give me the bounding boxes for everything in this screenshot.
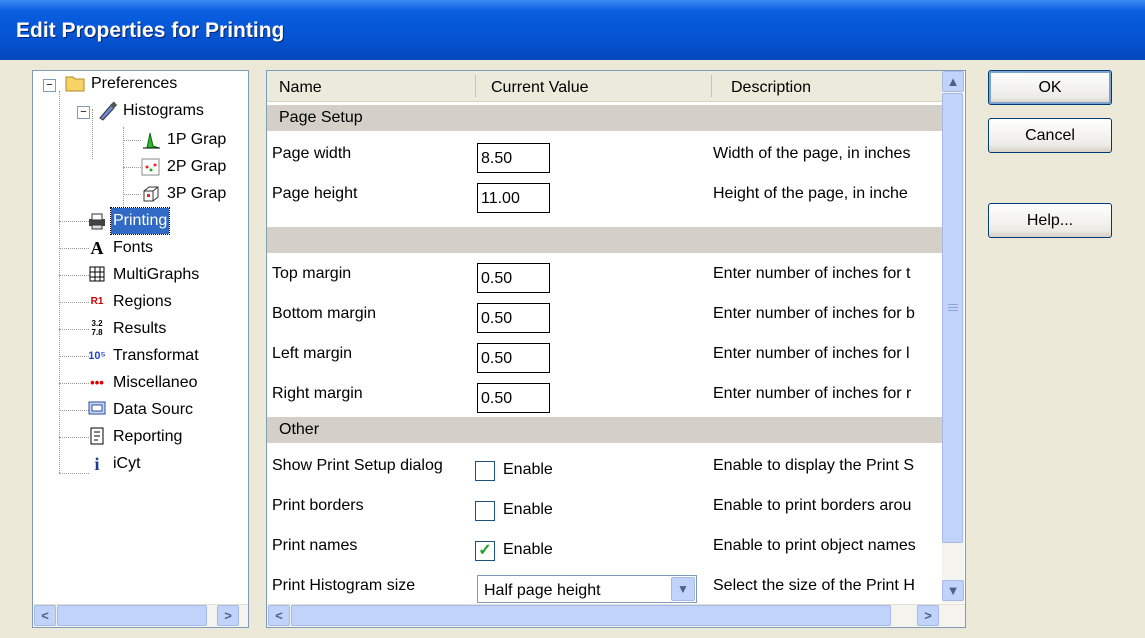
tree-item-miscellaneous[interactable]: ••• Miscellaneo [87,370,199,396]
tree-item-3p-graph[interactable]: 3P Grap [141,181,228,207]
ok-button[interactable]: OK [988,70,1112,105]
property-row-show-print-setup[interactable]: Show Print Setup dialog Enable Enable to… [267,449,942,485]
grip-line [948,307,958,308]
3p-graph-icon [141,184,161,204]
scroll-right-icon[interactable]: > [217,605,239,626]
2p-graph-icon [141,157,161,177]
tree-scroll-thumb[interactable] [57,605,207,626]
tree-line [59,473,89,474]
property-row-page-height[interactable]: Page height 11.00 Height of the page, in… [267,177,942,213]
tree-item-results[interactable]: 3.2 7.8 Results [87,316,168,342]
chevron-down-icon[interactable]: ▼ [671,577,695,601]
tree-item-histograms[interactable]: Histograms [97,98,206,124]
folder-icon [65,74,85,94]
results-icon: 3.2 7.8 [91,318,103,337]
page-height-input[interactable]: 11.00 [477,183,550,213]
tree-item-fonts[interactable]: A Fonts [87,235,155,261]
tree-item-multigraphs[interactable]: MultiGraphs [87,262,201,288]
bottom-margin-input[interactable]: 0.50 [477,303,550,333]
tree-line [59,410,89,411]
grip-line [948,304,958,305]
preferences-tree[interactable]: − Preferences − Histograms 1P Grap 2P Gr… [32,70,249,628]
property-row-print-names[interactable]: Print names ✓ Enable Enable to print obj… [267,529,942,565]
transformation-icon: 10⁵ [88,349,106,362]
cancel-button[interactable]: Cancel [988,118,1112,153]
regions-icon: R1 [90,295,104,307]
histograms-collapse-toggle[interactable]: − [77,106,90,119]
scroll-left-icon[interactable]: < [268,605,290,626]
tree-item-regions[interactable]: R1 Regions [87,289,174,315]
scroll-down-icon[interactable]: ▼ [942,580,964,601]
scroll-up-icon[interactable]: ▲ [942,71,964,92]
left-margin-input[interactable]: 0.50 [477,343,550,373]
tree-line [59,437,89,438]
tree-line [59,302,89,303]
property-row-top-margin[interactable]: Top margin 0.50 Enter number of inches f… [267,257,942,293]
print-borders-checkbox[interactable] [475,501,495,521]
tree-line [123,140,141,141]
tree-horizontal-scrollbar[interactable]: < > [33,604,248,627]
grid-header: Name Current Value Description [267,71,942,102]
section-other: Other [267,417,942,443]
property-row-left-margin[interactable]: Left margin 0.50 Enter number of inches … [267,337,942,373]
tree-item-transformation[interactable]: 10⁵ Transformat [87,343,201,369]
icyt-icon: i [94,453,100,474]
column-header-description[interactable]: Description [731,71,811,101]
column-header-name[interactable]: Name [279,71,322,101]
show-print-setup-checkbox[interactable] [475,461,495,481]
section-page-setup: Page Setup [267,105,942,131]
grid-vertical-scroll-thumb[interactable] [942,93,963,543]
column-divider[interactable] [475,75,476,97]
scroll-left-icon[interactable]: < [34,605,56,626]
histogram-brush-icon [97,101,118,121]
tree-item-printing[interactable]: Printing [87,207,171,235]
grip-line [948,310,958,311]
tree-item-icyt[interactable]: i iCyt [87,451,143,477]
property-row-bottom-margin[interactable]: Bottom margin 0.50 Enter number of inche… [267,297,942,333]
tree-item-preferences[interactable]: Preferences [65,71,179,97]
property-row-page-width[interactable]: Page width 8.50 Width of the page, in in… [267,137,942,173]
1p-graph-icon [141,130,161,150]
scroll-right-icon[interactable]: > [917,605,939,626]
printer-icon [87,211,107,231]
title-bar: Edit Properties for Printing [0,0,1145,60]
tree-line [59,221,89,222]
data-source-icon [87,400,107,420]
column-divider[interactable] [711,75,712,97]
window-title: Edit Properties for Printing [16,19,285,42]
section-blank [267,227,942,253]
print-histogram-size-select[interactable]: Half page height ▼ [477,575,697,603]
reporting-icon [87,427,107,447]
print-names-checkbox[interactable]: ✓ [475,541,495,561]
multigraphs-icon [87,265,107,285]
page-width-input[interactable]: 8.50 [477,143,550,173]
property-row-right-margin[interactable]: Right margin 0.50 Enter number of inches… [267,377,942,413]
fonts-icon: A [90,237,104,258]
tree-line [92,109,93,159]
right-margin-input[interactable]: 0.50 [477,383,550,413]
tree-item-reporting[interactable]: Reporting [87,424,184,450]
tree-line [59,329,89,330]
tree-line [123,194,141,195]
grid-horizontal-scroll-thumb[interactable] [291,605,891,626]
grid-horizontal-scrollbar[interactable]: < > [267,604,965,627]
column-header-current-value[interactable]: Current Value [491,71,589,101]
property-grid[interactable]: Name Current Value Description Page Setu… [266,70,966,628]
tree-line [59,248,89,249]
tree-item-1p-graph[interactable]: 1P Grap [141,127,228,153]
preferences-collapse-toggle[interactable]: − [43,79,56,92]
tree-line [59,383,89,384]
property-row-print-borders[interactable]: Print borders Enable Enable to print bor… [267,489,942,525]
help-button[interactable]: Help... [988,203,1112,238]
top-margin-input[interactable]: 0.50 [477,263,550,293]
tree-item-data-source[interactable]: Data Sourc [87,397,195,423]
property-row-print-histogram-size[interactable]: Print Histogram size Half page height ▼ … [267,569,942,605]
tree-item-2p-graph[interactable]: 2P Grap [141,154,228,180]
grid-vertical-scrollbar[interactable]: ▲ ▼ [942,71,964,603]
miscellaneous-icon: ••• [90,374,104,390]
tree-line [59,275,89,276]
tree-line [59,356,89,357]
tree-line [123,167,141,168]
tree-line [59,91,60,473]
